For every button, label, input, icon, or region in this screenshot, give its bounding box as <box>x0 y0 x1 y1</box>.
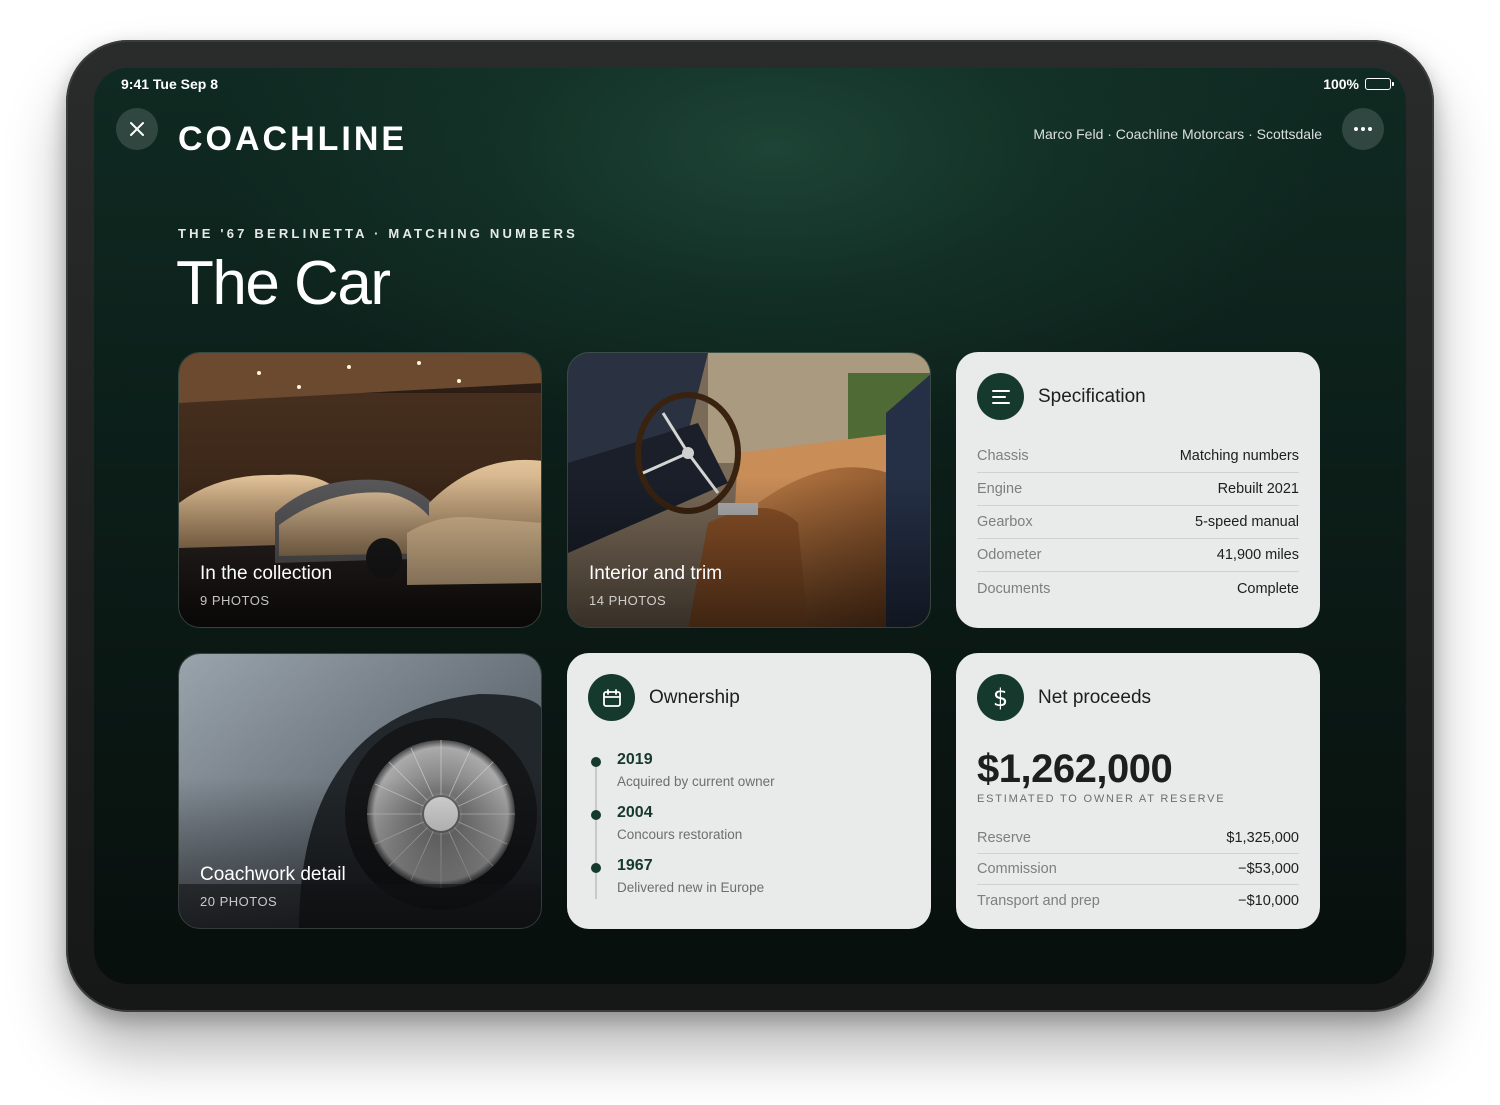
photo-card-collection[interactable]: In the collection 9 PHOTOS <box>178 352 542 628</box>
status-battery: 100% <box>1323 76 1394 92</box>
more-button[interactable] <box>1342 108 1384 150</box>
photo-card-title: In the collection <box>200 563 333 584</box>
spec-label: Chassis <box>977 448 1029 464</box>
specification-card: Specification Chassis Matching numbers En… <box>956 352 1320 628</box>
ownership-timeline: 2019 Acquired by current owner 2004 Conc… <box>591 751 775 910</box>
photo-card-title: Coachwork detail <box>200 864 346 885</box>
net-proceeds-card: $ Net proceeds $1,262,000 ESTIMATED TO O… <box>956 653 1320 929</box>
specification-list: Chassis Matching numbers Engine Rebuilt 20… <box>977 440 1299 605</box>
spec-row: Gearbox 5-speed manual <box>977 506 1299 539</box>
spec-value: Rebuilt 2021 <box>1217 481 1299 497</box>
spec-row: Odometer 41,900 miles <box>977 539 1299 572</box>
list-icon <box>977 373 1024 420</box>
spec-row: Chassis Matching numbers <box>977 440 1299 473</box>
spec-label: Engine <box>977 481 1023 497</box>
breakdown-value: −$10,000 <box>1238 892 1299 909</box>
timeline-dot <box>591 863 601 873</box>
breakdown-label: Transport and prep <box>977 892 1100 909</box>
timeline-year: 1967 <box>617 857 653 874</box>
photo-card-interior[interactable]: Interior and trim 14 PHOTOS <box>567 352 931 628</box>
timeline-item: 1967 Delivered new in Europe <box>591 857 775 910</box>
ownership-title: Ownership <box>649 686 740 708</box>
breakdown-row: Transport and prep −$10,000 <box>977 885 1299 916</box>
net-proceeds-header: $ Net proceeds <box>977 674 1151 721</box>
breakdown-value: $1,325,000 <box>1226 830 1299 846</box>
spec-value: 41,900 miles <box>1216 547 1299 563</box>
timeline-dot <box>591 757 601 767</box>
net-proceeds-breakdown: Reserve $1,325,000 Commission −$53,000 Tra… <box>977 823 1299 916</box>
close-icon <box>130 122 144 136</box>
spec-value: 5-speed manual <box>1195 514 1299 530</box>
status-bar: 9:41 Tue Sep 8 100% <box>121 76 1394 96</box>
breakdown-label: Commission <box>977 861 1057 877</box>
spec-value: Matching numbers <box>1179 448 1299 464</box>
breakdown-label: Reserve <box>977 830 1031 846</box>
photo-card-count: 9 PHOTOS <box>200 593 270 608</box>
timeline-text: Acquired by current owner <box>617 774 775 789</box>
dollar-icon: $ <box>977 674 1024 721</box>
timeline-year: 2004 <box>617 804 653 821</box>
ownership-card: Ownership 2019 Acquired by current owner… <box>567 653 931 929</box>
net-proceeds-title: Net proceeds <box>1038 686 1152 708</box>
app-screen: 9:41 Tue Sep 8 100% COACHLINE Marco Feld… <box>94 68 1406 984</box>
timeline-item: 2019 Acquired by current owner <box>591 751 775 804</box>
breakdown-row: Commission −$53,000 <box>977 854 1299 885</box>
photo-card-title: Interior and trim <box>589 563 723 584</box>
timeline-year: 2019 <box>617 751 653 768</box>
brand-logo: COACHLINE <box>178 120 408 158</box>
net-proceeds-caption: ESTIMATED TO OWNER AT RESERVE <box>977 793 1226 805</box>
spec-label: Odometer <box>977 547 1042 563</box>
more-icon <box>1354 127 1358 131</box>
ownership-header: Ownership <box>588 674 740 721</box>
page-eyebrow: THE '67 BERLINETTA · MATCHING NUMBERS <box>178 226 579 241</box>
specification-title: Specification <box>1038 385 1146 407</box>
battery-percent: 100% <box>1323 76 1359 92</box>
timeline-dot <box>591 810 601 820</box>
breakdown-value: −$53,000 <box>1238 861 1299 877</box>
spec-value: Complete <box>1236 580 1299 597</box>
photo-card-coachwork[interactable]: Coachwork detail 20 PHOTOS <box>178 653 542 929</box>
spec-label: Gearbox <box>977 514 1033 530</box>
close-button[interactable] <box>116 108 158 150</box>
net-proceeds-amount: $1,262,000 <box>977 747 1173 791</box>
photo-card-count: 20 PHOTOS <box>200 894 278 909</box>
status-time: 9:41 Tue Sep 8 <box>121 76 219 92</box>
timeline-text: Concours restoration <box>617 827 743 842</box>
agent-info: Marco Feld · Coachline Motorcars · Scott… <box>1033 126 1322 142</box>
battery-icon <box>1365 78 1394 90</box>
timeline-text: Delivered new in Europe <box>617 880 765 895</box>
page-title: The Car <box>176 249 391 318</box>
photo-card-count: 14 PHOTOS <box>589 593 667 608</box>
calendar-icon <box>588 674 635 721</box>
spec-label: Documents <box>977 580 1051 597</box>
spec-row: Documents Complete <box>977 572 1299 605</box>
breakdown-row: Reserve $1,325,000 <box>977 823 1299 854</box>
timeline-item: 2004 Concours restoration <box>591 804 775 857</box>
spec-row: Engine Rebuilt 2021 <box>977 473 1299 506</box>
specification-header: Specification <box>977 373 1146 420</box>
